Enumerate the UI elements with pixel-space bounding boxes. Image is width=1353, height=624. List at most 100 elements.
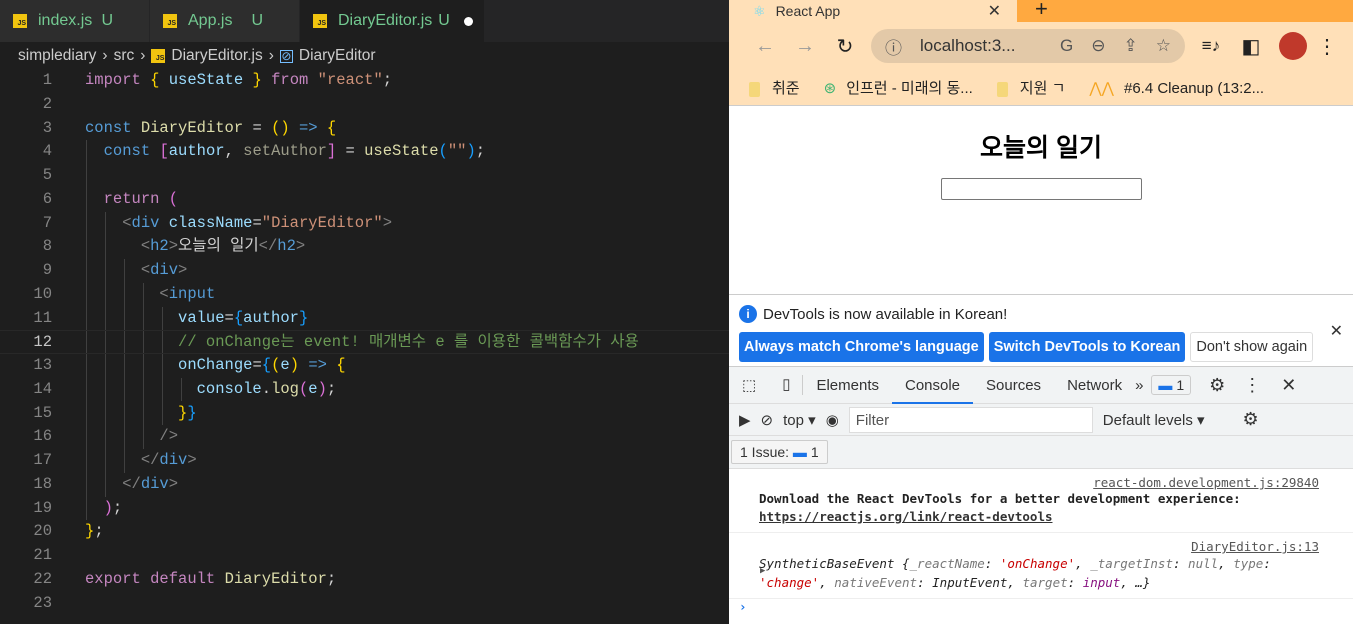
eye-icon[interactable]: ◉ [826, 411, 839, 429]
code-line[interactable]: 22 export default DiaryEditor; [0, 568, 729, 592]
code-line[interactable]: 18 </div> [0, 473, 729, 497]
close-devtools-icon[interactable]: ✕ [1281, 375, 1296, 396]
browser-tab[interactable]: ⚛ React App ✕ [729, 0, 1017, 22]
line-text: <div> [85, 259, 188, 283]
inspect-icon[interactable]: ⬚ [729, 367, 769, 404]
bookmark-folder[interactable]: 취준 [749, 77, 800, 98]
code-line[interactable]: 9 <div> [0, 259, 729, 283]
share-icon[interactable]: ⇪ [1124, 36, 1138, 56]
devtools-tabs: ⬚ ▯ Elements Console Sources Network » ▬… [729, 366, 1353, 404]
switch-korean-button[interactable]: Switch DevTools to Korean [988, 332, 1186, 362]
author-input[interactable] [940, 178, 1142, 200]
console-prompt[interactable]: › [729, 599, 1353, 614]
code-line[interactable]: 2 [0, 93, 729, 117]
match-language-button[interactable]: Always match Chrome's language [739, 332, 984, 362]
zoom-out-icon[interactable]: ⊖ [1091, 36, 1105, 56]
folder-icon [749, 81, 760, 97]
code-line[interactable]: 12 // onChange는 event! 매개변수 e 를 이용한 콜백함수… [0, 330, 729, 354]
menu-icon[interactable]: ⋮ [1315, 34, 1339, 59]
address-bar[interactable]: ⓘ localhost:3... G ⊖ ⇪ ☆ [871, 29, 1185, 63]
code-token: > [168, 474, 179, 493]
close-icon[interactable]: ✕ [1330, 321, 1343, 341]
event-object[interactable]: SyntheticBaseEvent {_reactName: 'onChang… [759, 554, 1319, 592]
reload-icon[interactable]: ↻ [825, 34, 865, 59]
code-line[interactable]: 10 <input [0, 283, 729, 307]
code-line[interactable]: 13 onChange={(e) => { [0, 354, 729, 378]
filter-input[interactable]: Filter [848, 406, 1093, 433]
breadcrumb-folder[interactable]: src [114, 47, 135, 65]
breadcrumb-folder[interactable]: simplediary [18, 47, 96, 65]
tab-app-js[interactable]: JS App.js U [150, 0, 300, 42]
react-logo-icon: ⚛ [753, 2, 766, 19]
side-panel-icon[interactable]: ◧ [1231, 34, 1271, 59]
source-link[interactable]: react-dom.development.js:29840 [759, 475, 1319, 490]
tab-console[interactable]: Console [891, 367, 974, 404]
clear-console-icon[interactable]: ⊘ [761, 411, 774, 429]
media-icon[interactable]: ≡♪ [1191, 36, 1231, 56]
code-line[interactable]: 20}; [0, 520, 729, 544]
more-tabs-icon[interactable]: » [1135, 377, 1143, 394]
breadcrumb-symbol[interactable]: DiaryEditor [299, 47, 376, 65]
tab-sources[interactable]: Sources [973, 367, 1054, 404]
devtools-link[interactable]: https://reactjs.org/link/react-devtools [759, 509, 1053, 524]
message-icon: ▬ [792, 444, 807, 460]
new-tab-icon[interactable]: + [1035, 0, 1048, 22]
code-line[interactable]: 15 }} [0, 402, 729, 426]
js-file-icon: JS [151, 49, 166, 63]
code-token: ; [326, 569, 337, 588]
device-toolbar-icon[interactable]: ▯ [769, 375, 804, 395]
tab-elements[interactable]: Elements [803, 367, 892, 404]
more-icon[interactable]: ⋮ [1243, 375, 1261, 396]
code-line[interactable]: 21 [0, 544, 729, 568]
line-text: import { useState } from "react"; [85, 69, 392, 93]
code-token: ; [382, 71, 393, 89]
console-settings-icon[interactable]: ⚙ [1243, 409, 1259, 430]
dont-show-button[interactable]: Don't show again [1190, 332, 1314, 362]
bookmark-link[interactable]: ⋀⋀ #6.4 Cleanup (13:2... [1089, 79, 1264, 97]
code-line[interactable]: 23 [0, 592, 729, 616]
forward-icon[interactable]: → [785, 35, 825, 58]
code-line[interactable]: 7 <div className="DiaryEditor"> [0, 212, 729, 236]
code-line[interactable]: 4 const [author, setAuthor] = useState("… [0, 140, 729, 164]
issues-button[interactable]: 1 Issue: ▬ 1 [731, 440, 828, 464]
code-line[interactable]: 1 import { useState } from "react"; [0, 69, 729, 93]
obj-key: nativeEvent [834, 575, 918, 590]
code-line[interactable]: 11 value={author} [0, 307, 729, 331]
translate-icon[interactable]: G [1060, 36, 1073, 56]
code-line[interactable]: 14 console.log(e); [0, 378, 729, 402]
back-icon[interactable]: ← [745, 35, 785, 58]
bookmark-folder[interactable]: 지원 ㄱ [996, 77, 1065, 98]
settings-icon[interactable]: ⚙ [1209, 375, 1225, 396]
breadcrumb-file[interactable]: DiaryEditor.js [171, 47, 262, 65]
levels-select[interactable]: Default levels ▾ [1103, 411, 1205, 429]
sidebar-toggle-icon[interactable]: ▶ [739, 411, 751, 429]
code-area[interactable]: 1 import { useState } from "react"; 2 3 cons… [0, 69, 729, 615]
code-token: ; [94, 522, 104, 541]
avatar[interactable] [1279, 32, 1307, 60]
code-line[interactable]: 6 return ( [0, 188, 729, 212]
line-number: 21 [33, 546, 52, 564]
code-line[interactable]: 3 const DiaryEditor = () => { [0, 117, 729, 141]
tab-diaryeditor-js[interactable]: JS DiaryEditor.js U [300, 0, 485, 42]
expand-triangle-icon[interactable]: ▶ [760, 566, 765, 576]
line-number: 16 [33, 427, 52, 446]
code-line[interactable]: 16 /> [0, 425, 729, 449]
context-select[interactable]: top ▾ [783, 411, 816, 429]
code-token: log [271, 379, 299, 398]
code-line[interactable]: 19 ); [0, 497, 729, 521]
tab-index-js[interactable]: JS index.js U [0, 0, 150, 42]
code-line[interactable]: 8 <h2>오늘의 일기</h2> [0, 235, 729, 259]
tab-network[interactable]: Network [1054, 367, 1135, 404]
star-icon[interactable]: ☆ [1156, 36, 1171, 56]
badge-count: 1 [1176, 377, 1185, 393]
obj-value: InputEvent [932, 575, 1008, 590]
unsaved-dot-icon[interactable] [463, 16, 473, 26]
close-tab-icon[interactable]: ✕ [988, 1, 1001, 21]
code-line[interactable]: 17 </div> [0, 449, 729, 473]
code-line[interactable]: 5 [0, 164, 729, 188]
source-link[interactable]: DiaryEditor.js:13 [759, 539, 1319, 554]
bookmark-link[interactable]: ⊛ 인프런 - 미래의 동... [824, 77, 973, 98]
issues-badge[interactable]: ▬ 1 [1151, 375, 1192, 395]
